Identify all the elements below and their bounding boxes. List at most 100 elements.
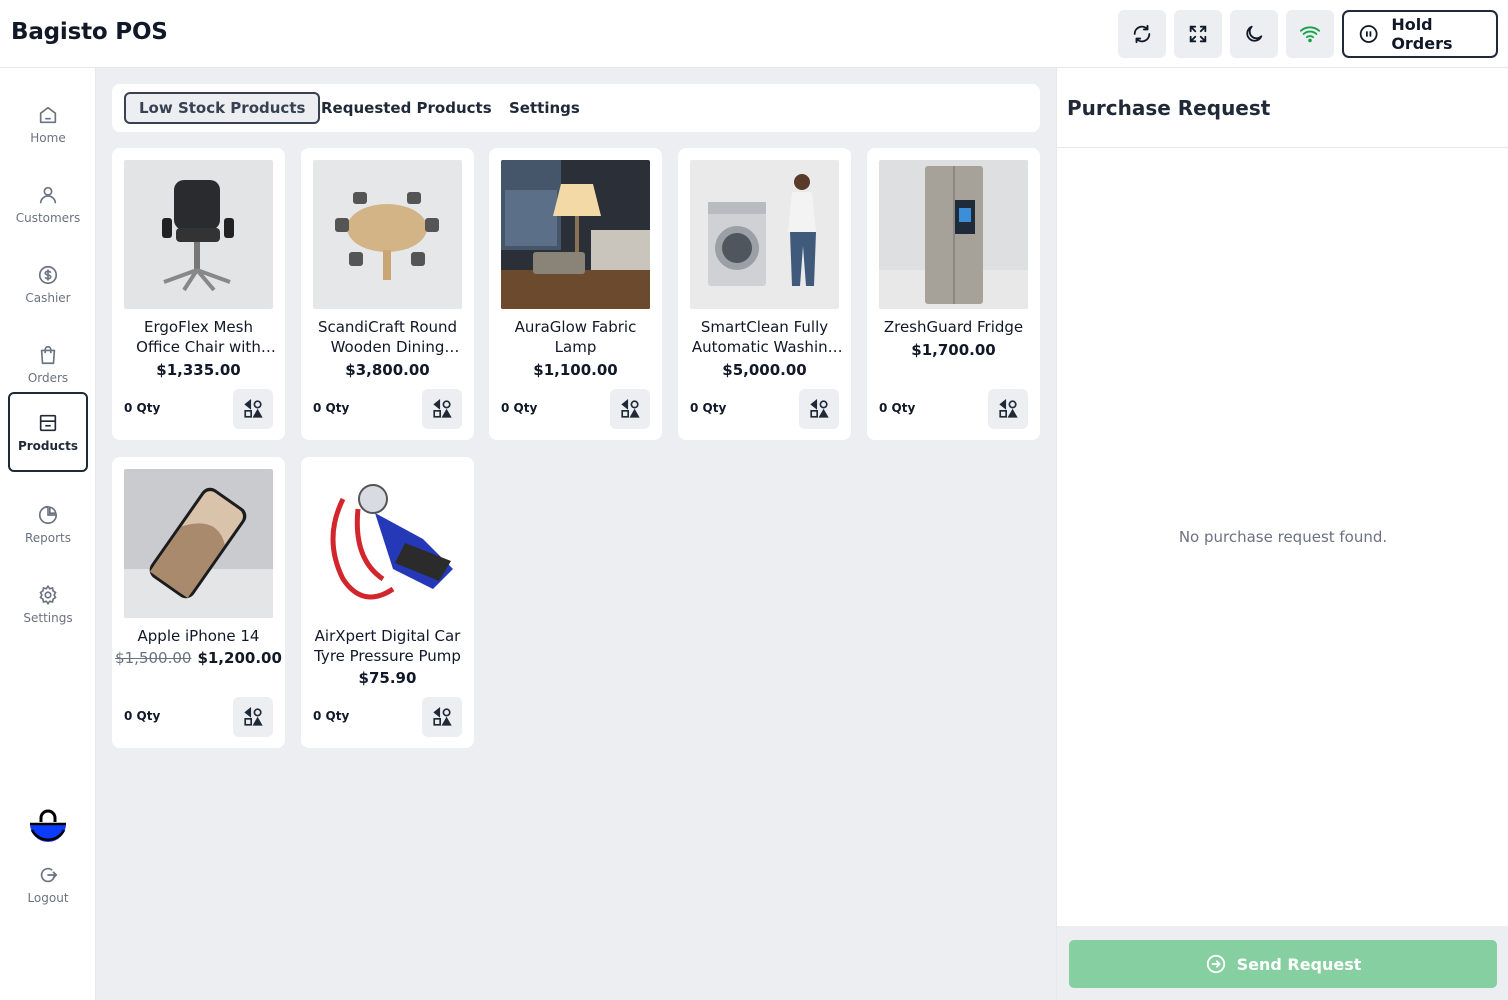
shapes-icon xyxy=(244,707,263,726)
product-name: ScandiCraft Round Wooden Dining Table Se… xyxy=(317,318,458,356)
product-price: $3,800.00 xyxy=(345,361,430,379)
product-image-dining-table xyxy=(313,160,462,309)
product-price: $1,100.00 xyxy=(533,361,618,379)
tab-settings[interactable]: Settings xyxy=(496,92,593,124)
online-status-button[interactable] xyxy=(1286,10,1334,58)
shopping-bag-icon xyxy=(40,345,56,364)
refresh-icon xyxy=(1133,24,1151,44)
shapes-icon xyxy=(999,399,1018,418)
product-price: $1,500.00 $1,200.00 xyxy=(112,649,285,667)
sidebar-item-reports[interactable]: Reports xyxy=(8,484,88,564)
shapes-icon xyxy=(433,399,452,418)
sidebar-item-logout[interactable]: Logout xyxy=(8,844,88,924)
product-name: AirXpert Digital Car Tyre Pressure Pump xyxy=(314,627,461,665)
sidebar-item-label: Products xyxy=(17,438,79,453)
product-card[interactable]: ZreshGuard Fridge $1,700.00 0 Qty xyxy=(867,148,1040,440)
dollar-circle-icon xyxy=(38,265,58,284)
request-product-button[interactable] xyxy=(422,697,462,737)
gear-icon xyxy=(39,584,57,605)
product-card[interactable]: Apple iPhone 14 $1,500.00 $1,200.00 0 Qty xyxy=(112,457,285,748)
dark-mode-button[interactable] xyxy=(1230,10,1278,58)
pie-chart-icon xyxy=(38,505,58,524)
empty-state-text: No purchase request found. xyxy=(1178,528,1388,546)
purchase-request-panel: Purchase Request No purchase request fou… xyxy=(1056,68,1508,1000)
product-name: ErgoFlex Mesh Office Chair with Adjustab… xyxy=(136,318,261,356)
wifi-icon xyxy=(1299,26,1321,43)
app-title: Bagisto POS xyxy=(11,19,168,45)
hold-orders-button[interactable]: Hold Orders xyxy=(1342,10,1498,58)
sidebar-item-settings[interactable]: Settings xyxy=(8,564,88,644)
fullscreen-button[interactable] xyxy=(1174,10,1222,58)
request-product-button[interactable] xyxy=(233,389,273,429)
sidebar-item-label: Reports xyxy=(24,530,72,545)
product-price: $75.90 xyxy=(358,669,417,687)
hold-orders-label: Hold Orders xyxy=(1391,15,1453,53)
sidebar-item-label: Customers xyxy=(15,210,81,225)
sidebar-item-home[interactable]: Home xyxy=(8,84,88,164)
tab-requested-products[interactable]: Requested Products xyxy=(308,92,505,124)
product-qty: 0 Qty xyxy=(313,401,350,415)
request-product-button[interactable] xyxy=(610,389,650,429)
product-price: $5,000.00 xyxy=(722,361,807,379)
shapes-icon xyxy=(244,399,263,418)
send-request-label: Send Request xyxy=(1236,954,1362,974)
home-icon xyxy=(39,106,57,123)
tab-low-stock-products[interactable]: Low Stock Products xyxy=(124,92,321,124)
shapes-icon xyxy=(621,399,640,418)
logout-icon xyxy=(40,867,58,882)
sidebar-item-customers[interactable]: Customers xyxy=(8,164,88,244)
arrow-right-circle-icon xyxy=(1206,954,1225,974)
product-original-price: $1,500.00 xyxy=(115,649,192,667)
shapes-icon xyxy=(433,707,452,726)
sidebar-item-products[interactable]: Products xyxy=(8,392,88,472)
purchase-request-footer: Send Request xyxy=(1057,926,1508,1000)
product-price: $1,700.00 xyxy=(911,341,996,359)
product-card[interactable]: ScandiCraft Round Wooden Dining Table Se… xyxy=(301,148,474,440)
product-qty: 0 Qty xyxy=(124,709,161,723)
sidebar-item-label: Settings xyxy=(23,610,73,625)
product-qty: 0 Qty xyxy=(313,709,350,723)
product-card[interactable]: ErgoFlex Mesh Office Chair with Adjustab… xyxy=(112,148,285,440)
top-header: Bagisto POS Hold Orders xyxy=(0,0,1508,68)
user-icon xyxy=(39,186,57,203)
product-image-lamp xyxy=(501,160,650,309)
product-sale-price: $1,200.00 xyxy=(197,649,282,667)
product-name: Apple iPhone 14 xyxy=(137,627,260,645)
bagisto-logo-icon xyxy=(30,809,66,842)
product-card[interactable]: AuraGlow Fabric Lamp $1,100.00 0 Qty xyxy=(489,148,662,440)
sidebar-item-cashier[interactable]: Cashier xyxy=(8,244,88,324)
pause-circle-icon xyxy=(1359,25,1378,43)
product-price: $1,335.00 xyxy=(156,361,241,379)
shapes-icon xyxy=(810,399,829,418)
product-name: AuraGlow Fabric Lamp xyxy=(514,318,637,356)
sidebar-item-label: Orders xyxy=(27,370,69,385)
product-card[interactable]: SmartClean Fully Automatic Washing Machi… xyxy=(678,148,851,440)
product-qty: 0 Qty xyxy=(879,401,916,415)
sidebar-item-label: Home xyxy=(30,130,66,145)
product-qty: 0 Qty xyxy=(690,401,727,415)
product-name: SmartClean Fully Automatic Washing Machi… xyxy=(691,318,838,356)
logout-label: Logout xyxy=(27,890,69,905)
send-request-button[interactable]: Send Request xyxy=(1069,940,1497,988)
divider xyxy=(1057,147,1508,148)
expand-icon xyxy=(1189,25,1207,43)
request-product-button[interactable] xyxy=(233,697,273,737)
product-image-iphone xyxy=(124,469,273,618)
product-name: ZreshGuard Fridge xyxy=(883,318,1024,336)
sidebar-item-label: Cashier xyxy=(25,290,71,305)
product-card[interactable]: AirXpert Digital Car Tyre Pressure Pump … xyxy=(301,457,474,748)
request-product-button[interactable] xyxy=(799,389,839,429)
product-box-icon xyxy=(39,414,57,431)
product-tabs: Low Stock Products Requested Products Se… xyxy=(112,84,1040,132)
request-product-button[interactable] xyxy=(988,389,1028,429)
product-image-air-pump xyxy=(313,469,462,618)
product-qty: 0 Qty xyxy=(501,401,538,415)
request-product-button[interactable] xyxy=(422,389,462,429)
product-image-fridge xyxy=(879,160,1028,309)
purchase-request-title: Purchase Request xyxy=(1067,96,1271,120)
refresh-button[interactable] xyxy=(1118,10,1166,58)
sidebar: Home Customers Cashier Orders Products R… xyxy=(0,68,96,1000)
product-image-washing-machine xyxy=(690,160,839,309)
product-qty: 0 Qty xyxy=(124,401,161,415)
moon-icon xyxy=(1246,25,1263,42)
